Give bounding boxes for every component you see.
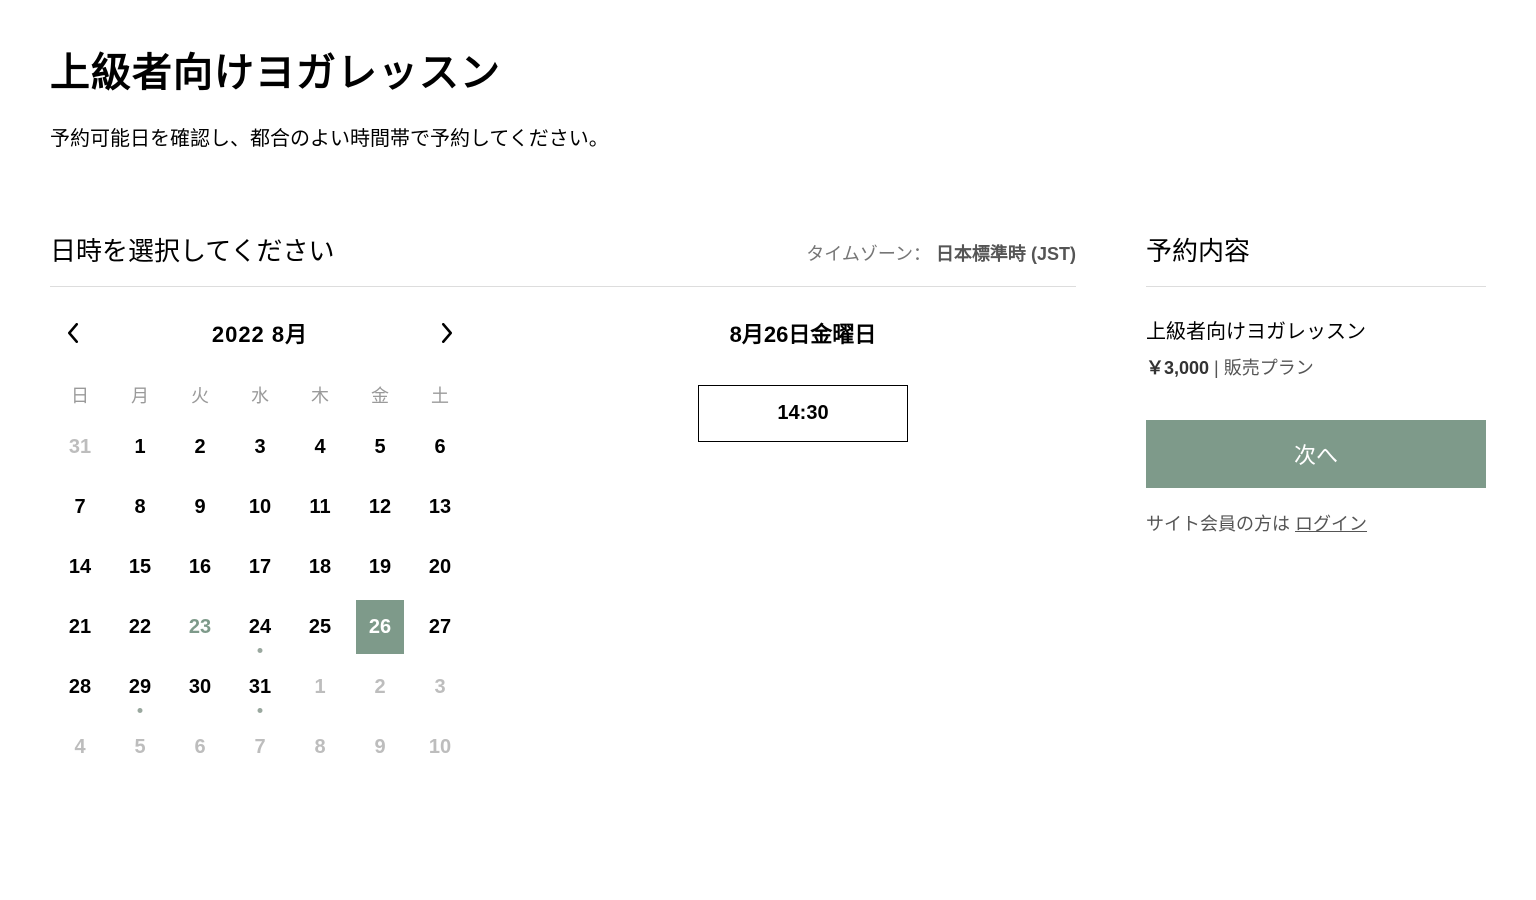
calendar-day[interactable]: 28 (50, 657, 110, 717)
calendar-day[interactable]: 10 (230, 477, 290, 537)
calendar-day[interactable]: 12 (350, 477, 410, 537)
availability-dot-icon (138, 708, 143, 713)
calendar-day: 8 (290, 717, 350, 777)
calendar-day[interactable]: 21 (50, 597, 110, 657)
timezone-label: タイムゾーン： 日本標準時 (JST) (806, 240, 1076, 266)
calendar-dow: 木 (290, 373, 350, 417)
calendar-day[interactable]: 6 (410, 417, 470, 477)
calendar-day: 1 (290, 657, 350, 717)
calendar-day[interactable]: 8 (110, 477, 170, 537)
calendar-dow: 日 (50, 373, 110, 417)
calendar-day[interactable]: 14 (50, 537, 110, 597)
calendar-dow: 水 (230, 373, 290, 417)
calendar-prev-button[interactable] (58, 318, 88, 348)
calendar-day[interactable]: 1 (110, 417, 170, 477)
calendar-day[interactable]: 2 (170, 417, 230, 477)
login-prefix: サイト会員の方は (1146, 514, 1295, 534)
calendar-day: 4 (50, 717, 110, 777)
summary-title: 予約内容 (1146, 231, 1486, 287)
calendar-day[interactable]: 16 (170, 537, 230, 597)
timezone-prefix: タイムゾーン： (806, 244, 931, 264)
calendar-day: 3 (410, 657, 470, 717)
calendar-day: 6 (170, 717, 230, 777)
calendar-day[interactable]: 25 (290, 597, 350, 657)
calendar-day[interactable]: 24 (230, 597, 290, 657)
calendar-day[interactable]: 11 (290, 477, 350, 537)
calendar-day[interactable]: 18 (290, 537, 350, 597)
calendar-day[interactable]: 27 (410, 597, 470, 657)
summary-price-sep: | (1209, 358, 1224, 378)
next-button[interactable]: 次へ (1146, 420, 1486, 488)
calendar-dow: 火 (170, 373, 230, 417)
calendar-day: 10 (410, 717, 470, 777)
login-link[interactable]: ログイン (1295, 514, 1367, 534)
calendar-day[interactable]: 7 (50, 477, 110, 537)
chevron-right-icon (439, 323, 455, 343)
calendar-day[interactable]: 5 (350, 417, 410, 477)
calendar-day: 7 (230, 717, 290, 777)
summary-service-name: 上級者向けヨガレッスン (1146, 315, 1486, 344)
calendar-day[interactable]: 15 (110, 537, 170, 597)
page-title: 上級者向けヨガレッスン (50, 40, 1486, 98)
calendar-dow: 土 (410, 373, 470, 417)
calendar-day[interactable]: 29 (110, 657, 170, 717)
summary-plan-label: 販売プラン (1224, 358, 1314, 378)
calendar-dow: 金 (350, 373, 410, 417)
chevron-left-icon (65, 323, 81, 343)
calendar-day[interactable]: 26 (350, 597, 410, 657)
calendar-day[interactable]: 30 (170, 657, 230, 717)
calendar-day[interactable]: 4 (290, 417, 350, 477)
calendar-day[interactable]: 13 (410, 477, 470, 537)
login-line: サイト会員の方は ログイン (1146, 510, 1486, 536)
page-subtitle: 予約可能日を確認し、都合のよい時間帯で予約してください。 (50, 122, 1486, 151)
time-slot[interactable]: 14:30 (698, 385, 908, 442)
summary-price: ￥3,000 (1146, 358, 1209, 378)
datetime-header-row: 日時を選択してください タイムゾーン： 日本標準時 (JST) (50, 231, 1076, 287)
selected-date-label: 8月26日金曜日 (530, 317, 1076, 349)
calendar-day: 9 (350, 717, 410, 777)
calendar-day[interactable]: 22 (110, 597, 170, 657)
select-datetime-title: 日時を選択してください (50, 231, 334, 268)
calendar-day[interactable]: 17 (230, 537, 290, 597)
calendar: 2022 8月 日月火水木金土3112345678910111213141516… (50, 317, 470, 777)
summary-price-line: ￥3,000 | 販売プラン (1146, 354, 1486, 380)
calendar-day[interactable]: 19 (350, 537, 410, 597)
availability-dot-icon (258, 708, 263, 713)
calendar-day[interactable]: 31 (230, 657, 290, 717)
calendar-day[interactable]: 20 (410, 537, 470, 597)
calendar-day: 5 (110, 717, 170, 777)
calendar-day[interactable]: 9 (170, 477, 230, 537)
calendar-month-label: 2022 8月 (212, 317, 308, 349)
calendar-next-button[interactable] (432, 318, 462, 348)
calendar-dow: 月 (110, 373, 170, 417)
timezone-value: 日本標準時 (JST) (936, 244, 1076, 264)
calendar-day: 31 (50, 417, 110, 477)
availability-dot-icon (258, 648, 263, 653)
calendar-day[interactable]: 3 (230, 417, 290, 477)
calendar-day[interactable]: 23 (170, 597, 230, 657)
calendar-day: 2 (350, 657, 410, 717)
